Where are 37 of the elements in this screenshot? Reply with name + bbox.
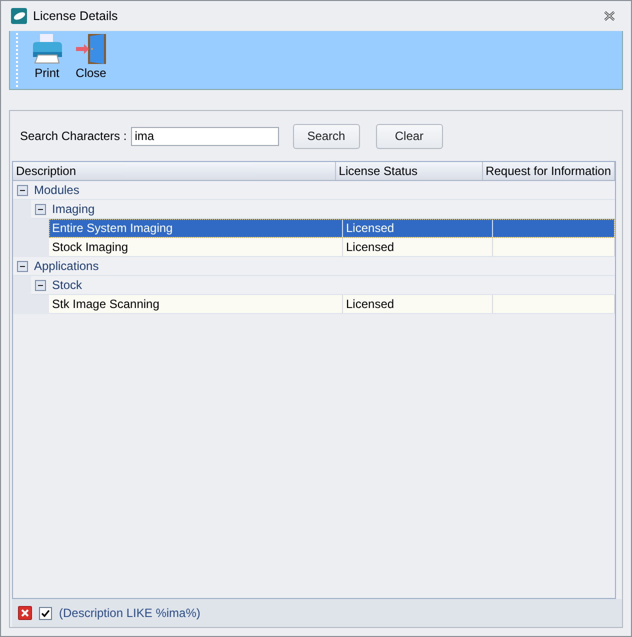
tree-indent (13, 276, 31, 295)
toolbar-button[interactable]: Close (74, 33, 108, 80)
close-icon[interactable] (604, 11, 615, 21)
printer-icon (30, 33, 64, 65)
tree-indent (31, 295, 49, 314)
search-button[interactable]: Clear (376, 124, 443, 148)
collapse-icon[interactable] (35, 280, 46, 290)
table-cell: Licensed (346, 297, 394, 311)
window-title: License Details (33, 9, 118, 23)
table-row[interactable]: Entire System Imaging Licensed (49, 219, 615, 238)
collapse-icon[interactable] (17, 184, 28, 196)
tree-indent (13, 200, 31, 219)
column-header[interactable]: License Status (336, 162, 483, 180)
table-row[interactable]: Stk Image Scanning Licensed (49, 295, 615, 314)
filter-text: (Description LIKE %ima%) (59, 606, 200, 620)
search-button[interactable]: Search (292, 124, 360, 148)
column-header[interactable]: Request for Information (482, 162, 615, 180)
group-label: Modules (34, 183, 80, 197)
table-cell: Licensed (346, 221, 394, 235)
collapse-icon[interactable] (35, 204, 46, 214)
app-icon (11, 8, 27, 24)
group-label: Imaging (52, 202, 95, 216)
column-header[interactable]: Description (13, 162, 336, 180)
group-label: Stock (52, 278, 82, 292)
door-icon (74, 33, 108, 65)
table-cell: Entire System Imaging (52, 221, 173, 235)
group-label: Applications (34, 259, 99, 273)
search-label: Search Characters : (20, 129, 127, 143)
table-cell: Licensed (346, 240, 394, 254)
table-cell: Stk Image Scanning (52, 297, 160, 311)
filter-checkbox[interactable] (39, 606, 52, 620)
toolbar-button[interactable]: Print (30, 33, 64, 80)
collapse-icon[interactable] (17, 260, 28, 272)
table-row[interactable]: Stock Imaging Licensed (49, 238, 615, 257)
search-field[interactable]: ima (130, 126, 279, 146)
clear-filter-icon[interactable] (18, 606, 32, 620)
table-cell: Stock Imaging (52, 240, 128, 254)
